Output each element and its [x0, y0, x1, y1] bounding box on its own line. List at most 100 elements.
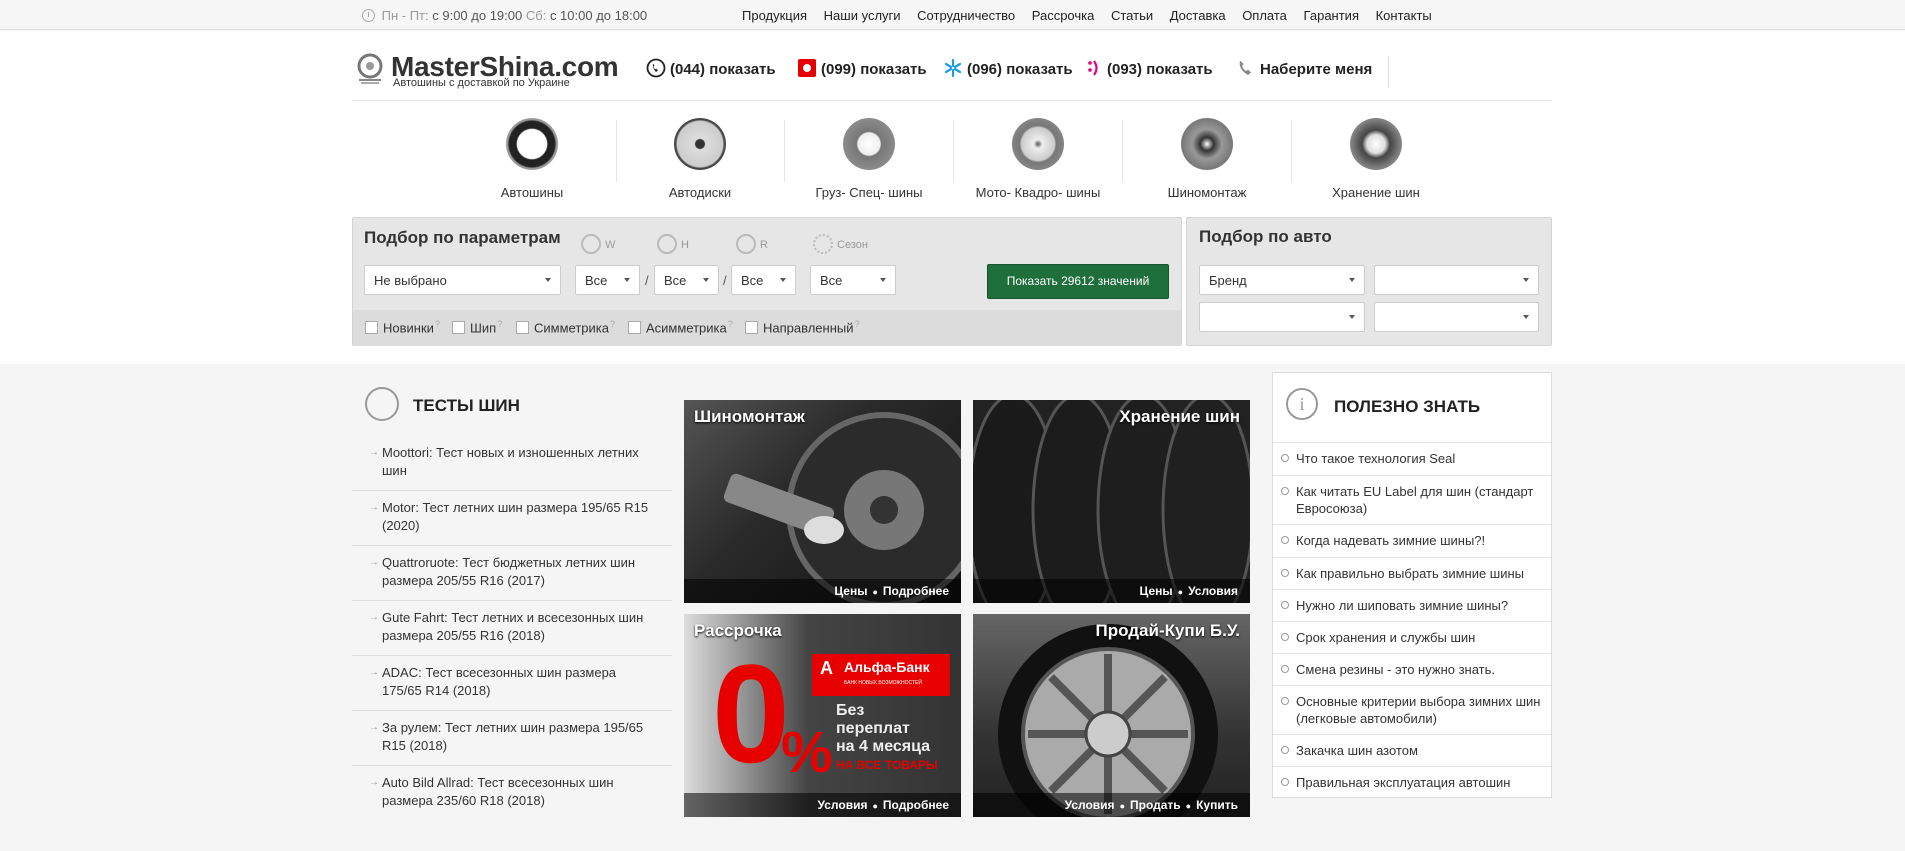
useful-item[interactable]: Как читать EU Label для шин (стандарт Ев… [1273, 475, 1551, 524]
brand-select[interactable]: Не выбрано [364, 265, 561, 295]
checkbox-box[interactable] [365, 321, 378, 335]
nav-cooperation[interactable]: Сотрудничество [917, 8, 1015, 23]
useful-item[interactable]: Основные критерии выбора зимних шин (лег… [1273, 685, 1551, 734]
tile-installment[interactable]: 0 % А Альфа-Банк БАНК НОВЫХ ВОЗМОЖНОСТЕЙ… [684, 614, 961, 817]
useful-item[interactable]: Срок хранения и службы шин [1273, 621, 1551, 653]
category-tire-storage[interactable]: Хранение шин [1292, 118, 1460, 200]
nav-warranty[interactable]: Гарантия [1304, 8, 1359, 23]
checkbox-new[interactable]: Новинки? [365, 319, 440, 335]
category-truck-tires[interactable]: Груз- Спец- шины [785, 118, 953, 200]
param-h-label: H [657, 234, 689, 254]
width-select[interactable]: Все [575, 265, 640, 295]
phone-099[interactable]: (099) показать [797, 58, 927, 78]
nav-delivery[interactable]: Доставка [1170, 8, 1226, 23]
car-model-select[interactable] [1374, 265, 1539, 295]
help-hint-icon[interactable]: ? [497, 319, 502, 329]
tire-radius-icon [736, 234, 756, 254]
test-item[interactable]: Quattroruote: Тест бюджетных летних шин … [352, 546, 672, 601]
phone-093[interactable]: (093) показать [1083, 58, 1213, 78]
test-item[interactable]: Moottori: Тест новых и изношенных летних… [352, 436, 672, 491]
test-item[interactable]: Gute Fahrt: Тест летних и всесезонных ши… [352, 601, 672, 656]
moto-tire-icon [1012, 118, 1064, 170]
chevron-down-icon [624, 278, 630, 282]
help-hint-icon[interactable]: ? [855, 319, 860, 329]
checkbox-box[interactable] [745, 321, 758, 335]
phone-096-show[interactable]: показать [1006, 61, 1072, 78]
height-select[interactable]: Все [654, 265, 719, 295]
checkbox-box[interactable] [516, 321, 529, 335]
help-hint-icon[interactable]: ? [435, 319, 440, 329]
phone-099-show[interactable]: показать [860, 61, 926, 78]
tile-buy-sell-used[interactable]: Продай-Купи Б.У. Условия ● Продать ● Купить [973, 614, 1250, 817]
test-item[interactable]: ADAC: Тест всесезонных шин размера 175/6… [352, 656, 672, 711]
phone-093-show[interactable]: показать [1146, 61, 1212, 78]
page: Пн - Пт: с 9:00 до 19:00 Сб: с 10:00 до … [0, 0, 1905, 851]
nav-services[interactable]: Наши услуги [824, 8, 901, 23]
chevron-down-icon [880, 278, 886, 282]
test-item[interactable]: Auto Bild Allrad: Тест всесезонных шин р… [352, 766, 672, 821]
nav-articles[interactable]: Статьи [1111, 8, 1153, 23]
useful-item[interactable]: Как правильно выбрать зимние шины [1273, 557, 1551, 589]
useful-item[interactable]: Правильная эксплуатация автошин [1273, 766, 1551, 797]
tile-link-conditions[interactable]: Условия [1065, 798, 1115, 812]
clock-icon [362, 9, 375, 22]
tile-link-sell[interactable]: Продать [1130, 798, 1181, 812]
category-wheels[interactable]: Автодиски [616, 118, 784, 200]
phone-099-code: (099) [821, 61, 857, 78]
test-item[interactable]: За рулем: Тест летних шин размера 195/65… [352, 711, 672, 766]
checkbox-studded[interactable]: Шип? [452, 319, 502, 335]
tile-link-conditions[interactable]: Условия [1188, 584, 1238, 598]
site-tagline: Автошины с доставкой по Украине [393, 77, 570, 89]
tile-tire-storage[interactable]: Хранение шин Цены ● Условия [973, 400, 1250, 603]
callback-link[interactable]: Наберите меня [1236, 58, 1372, 78]
nav-installment[interactable]: Рассрочка [1032, 8, 1095, 23]
help-hint-icon[interactable]: ? [610, 319, 615, 329]
checkbox-box[interactable] [452, 321, 465, 335]
show-results-button[interactable]: Показать 29612 значений [987, 264, 1169, 299]
help-hint-icon[interactable]: ? [728, 319, 733, 329]
category-tires[interactable]: Автошины [448, 118, 616, 200]
category-moto-tires[interactable]: Мото- Квадро- шины [954, 118, 1122, 200]
car-brand-select[interactable]: Бренд [1199, 265, 1365, 295]
tire-logo-icon[interactable] [357, 53, 383, 85]
tile-tire-fitting[interactable]: Шиномонтаж Цены ● Подробнее [684, 400, 961, 603]
car-modification-select[interactable] [1374, 302, 1539, 332]
chevron-down-icon [780, 278, 786, 282]
useful-item[interactable]: Нужно ли шиповать зимние шины? [1273, 589, 1551, 621]
test-item[interactable]: Motor: Тест летних шин размера 195/65 R1… [352, 491, 672, 546]
checkbox-box[interactable] [628, 321, 641, 335]
tire-height-icon [657, 234, 677, 254]
checkbox-directional[interactable]: Направленный? [745, 319, 860, 335]
slash-separator: / [645, 273, 649, 288]
nav-contacts[interactable]: Контакты [1376, 8, 1432, 23]
phone-096[interactable]: (096) показать [943, 58, 1073, 78]
tile-footer: Условия ● Подробнее [684, 793, 961, 817]
tile-link-more[interactable]: Подробнее [883, 584, 949, 598]
nav-payment[interactable]: Оплата [1242, 8, 1287, 23]
param-season-label: Сезон [813, 234, 868, 254]
car-year-select[interactable] [1199, 302, 1365, 332]
useful-item[interactable]: Что такое технология Seal [1273, 442, 1551, 475]
useful-item[interactable]: Закачка шин азотом [1273, 734, 1551, 766]
chevron-down-icon [1349, 278, 1355, 282]
season-select[interactable]: Все [810, 265, 896, 295]
tile-link-buy[interactable]: Купить [1196, 798, 1238, 812]
tire-storage-photo [973, 400, 1250, 603]
useful-item[interactable]: Смена резины - это нужно знать. [1273, 653, 1551, 685]
tire-fitting-photo [723, 412, 961, 603]
tile-link-prices[interactable]: Цены [1140, 584, 1173, 598]
tile-link-conditions[interactable]: Условия [818, 798, 868, 812]
tile-link-more[interactable]: Подробнее [883, 798, 949, 812]
hours-saturday-label: Сб: [525, 8, 547, 23]
category-tire-fitting[interactable]: Шиномонтаж [1123, 118, 1291, 200]
useful-item[interactable]: Когда надевать зимние шины?! [1273, 524, 1551, 557]
phone-044-show[interactable]: показать [709, 61, 775, 78]
radius-select[interactable]: Все [731, 265, 796, 295]
checkbox-asymmetric[interactable]: Асимметрика? [628, 319, 733, 335]
nav-products[interactable]: Продукция [742, 8, 807, 23]
param-w-label: W [581, 234, 615, 254]
checkbox-symmetric[interactable]: Симметрика? [516, 319, 615, 335]
category-moto-tires-label: Мото- Квадро- шины [975, 185, 1101, 200]
tile-link-prices[interactable]: Цены [834, 584, 867, 598]
phone-044[interactable]: (044) показать [646, 58, 776, 78]
